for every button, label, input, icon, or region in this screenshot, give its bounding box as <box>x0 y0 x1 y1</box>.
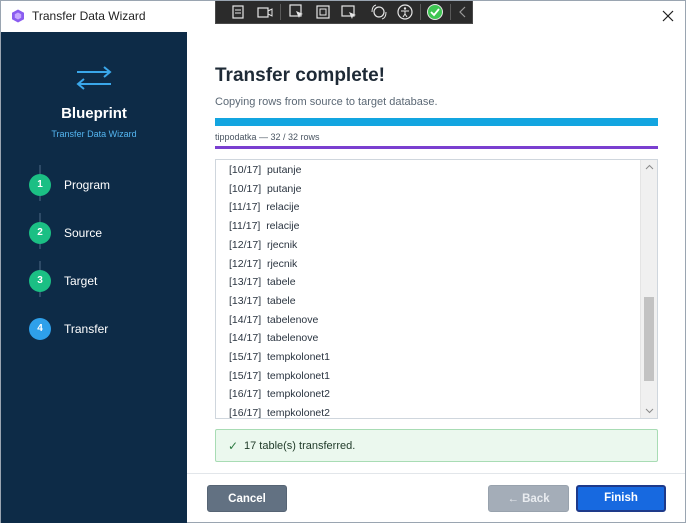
log-row: [16/17] tempkolonet2 <box>229 388 330 400</box>
log-table-name: putanje <box>266 182 302 195</box>
log-row: [15/17] tempkolonet1 <box>229 351 330 363</box>
table-progress-caption: tippodatka — 32 / 32 rows <box>215 132 320 142</box>
log-row: [14/17] tabelenove <box>229 314 318 326</box>
log-step: [14/17] <box>229 313 262 326</box>
footer-divider <box>187 473 685 474</box>
log-table-name: tabelenove <box>266 313 319 326</box>
log-step: [11/17] <box>229 201 261 214</box>
debug-toolbar <box>215 1 473 24</box>
sidebar: Blueprint Transfer Data Wizard 1 Program… <box>1 32 187 523</box>
log-step: [16/17] <box>229 407 262 419</box>
toolbar-separator <box>420 4 421 20</box>
pointer-select-icon[interactable] <box>288 3 306 21</box>
transfer-arrows-icon <box>76 66 112 90</box>
log-step: [15/17] <box>229 351 262 363</box>
wizard-window: Transfer Data Wizard Blueprint Transfer … <box>0 0 686 523</box>
chevron-left-icon[interactable] <box>454 3 472 21</box>
log-table-name: rjecnik <box>266 257 298 270</box>
log-step: [12/17] <box>229 257 262 270</box>
app-icon <box>12 9 24 23</box>
check-icon: ✓ <box>228 439 239 453</box>
brand-name: Blueprint <box>61 105 127 122</box>
back-button[interactable]: ← Back <box>488 485 569 512</box>
log-table-name: tempkolonet2 <box>266 407 331 419</box>
scroll-up-icon[interactable] <box>645 163 654 172</box>
log-scrollbar[interactable] <box>640 160 657 418</box>
transfer-log[interactable]: [10/17] putanje [10/17] putanje [11/17] re… <box>215 159 658 419</box>
log-table-name: putanje <box>266 164 302 176</box>
brand-subtitle: Transfer Data Wizard <box>51 129 137 139</box>
step-number-badge: 3 <box>29 270 51 292</box>
log-row: [14/17] tabelenove <box>229 332 318 344</box>
table-progress-bar <box>215 146 658 149</box>
log-row: [11/17] relacije <box>229 201 299 213</box>
log-row: [16/17] tempkolonet2 <box>229 407 331 419</box>
accessibility-icon[interactable] <box>396 3 414 21</box>
scroll-down-icon[interactable] <box>645 406 654 415</box>
log-table-name: tabele <box>266 276 296 289</box>
log-row: [10/17] putanje <box>229 183 301 195</box>
log-step: [13/17] <box>229 276 262 289</box>
log-table-name: rjecnik <box>266 238 298 251</box>
hot-reload-icon[interactable] <box>370 3 388 21</box>
log-step: [14/17] <box>229 332 262 345</box>
frame-icon[interactable] <box>314 3 332 21</box>
track-focus-icon[interactable] <box>340 3 358 21</box>
log-row: [13/17] tabele <box>229 295 296 307</box>
log-table-name: tempkolonet2 <box>266 388 331 401</box>
log-row: [12/17] rjecnik <box>229 258 297 270</box>
success-message: 17 table(s) transferred. <box>244 440 356 452</box>
step-number-badge: 4 <box>29 318 51 340</box>
log-row: [12/17] rjecnik <box>229 239 297 251</box>
log-table-name: relacije <box>266 201 300 214</box>
cancel-button[interactable]: Cancel <box>207 485 287 512</box>
log-table-name: tabele <box>266 294 296 307</box>
step-number-badge: 2 <box>29 222 51 244</box>
success-banner: ✓ 17 table(s) transferred. <box>215 429 658 462</box>
log-step: [16/17] <box>229 388 262 401</box>
log-step: [12/17] <box>229 238 262 251</box>
page-title: Transfer complete! <box>215 65 385 86</box>
log-table-name: relacije <box>266 220 300 233</box>
log-row: [10/17] putanje <box>229 164 301 176</box>
log-table-name: tempkolonet1 <box>266 351 331 363</box>
select-element-icon[interactable] <box>230 3 248 21</box>
step-label: Source <box>64 226 103 240</box>
window-title: Transfer Data Wizard <box>32 9 146 23</box>
overall-progress-bar <box>215 118 658 126</box>
log-step: [10/17] <box>229 164 262 176</box>
step-label: Target <box>64 274 98 288</box>
step-label: Program <box>64 178 111 192</box>
close-icon[interactable] <box>657 5 679 27</box>
log-table-name: tempkolonet1 <box>266 369 331 382</box>
page-subtitle: Copying rows from source to target datab… <box>215 96 438 108</box>
finish-button[interactable]: Finish <box>576 485 666 512</box>
log-row: [13/17] tabele <box>229 276 296 288</box>
step-label: Transfer <box>64 322 109 336</box>
toolbar-separator <box>280 4 281 20</box>
log-row: [15/17] tempkolonet1 <box>229 370 330 382</box>
scroll-thumb[interactable] <box>644 297 654 381</box>
log-step: [13/17] <box>229 294 262 307</box>
log-row: [11/17] relacije <box>229 220 299 232</box>
log-step: [15/17] <box>229 369 262 382</box>
toolbar-separator <box>450 4 451 20</box>
log-step: [11/17] <box>229 220 261 233</box>
log-table-name: tabelenove <box>266 332 319 345</box>
camera-icon[interactable] <box>256 3 274 21</box>
check-status-icon[interactable] <box>426 3 444 21</box>
log-step: [10/17] <box>229 182 262 195</box>
step-number-badge: 1 <box>29 174 51 196</box>
